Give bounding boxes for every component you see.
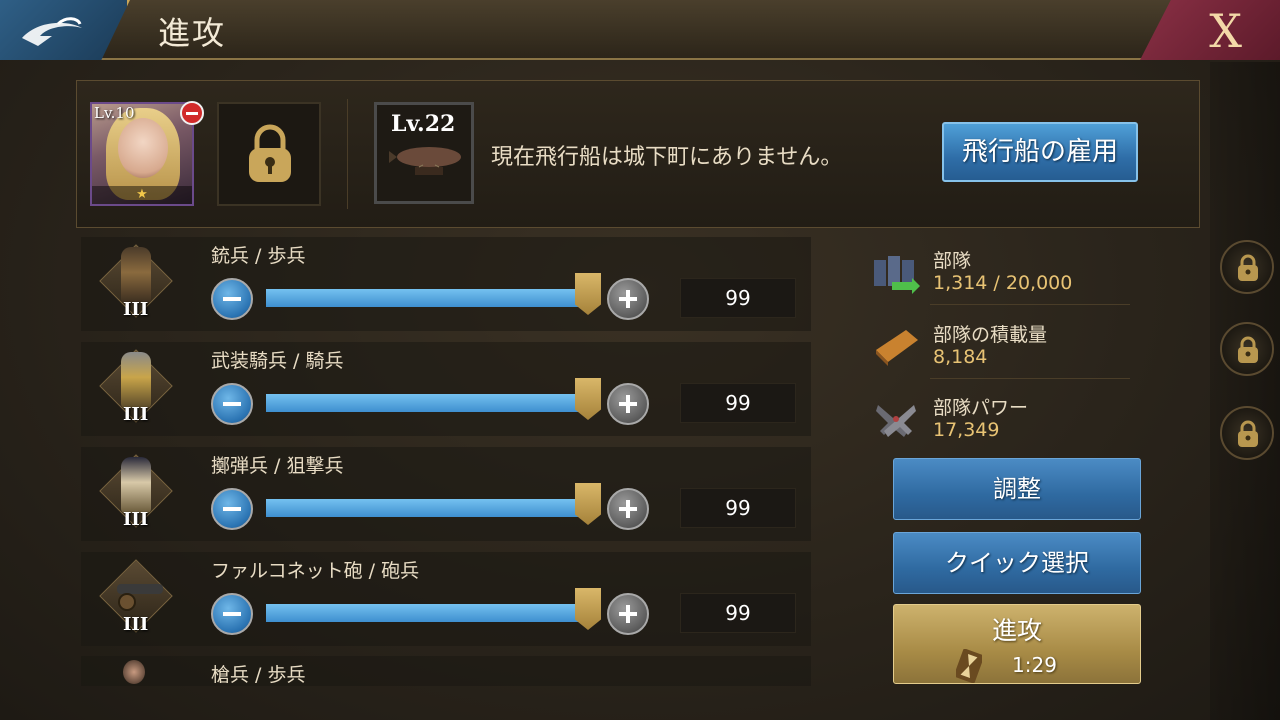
unit-tier: III [123,509,149,530]
quantity-input[interactable]: 99 [680,278,796,318]
hire-airship-button[interactable]: 飛行船の雇用 [942,122,1138,182]
slider-fill [266,394,588,412]
hero-level: Lv.10 [94,104,135,122]
page-title: 進攻 [158,14,227,52]
attack-label: 進攻 [991,616,1042,645]
formation-panel: Lv.10 ★ Lv.22 現在飛行船は城下町にありません。 飛行船の雇用 [76,80,1200,228]
power-label: 部隊パワー [933,397,1029,419]
stat-divider [930,378,1130,379]
airship-level: Lv.22 [391,111,456,137]
unit-name: 擲弾兵 / 狙撃兵 [211,455,344,477]
padlock-icon [1238,254,1258,281]
cavalry-unit-icon: III [99,349,173,430]
padlock-icon [1238,420,1258,447]
top-bar: 進攻 X [0,0,1280,60]
cannon-unit-icon: III [99,559,173,640]
increase-button[interactable] [607,488,649,530]
locked-slot-2[interactable] [1220,322,1274,376]
panel-divider [347,99,348,209]
right-side-panel [1210,62,1280,720]
unit-row: III 武装騎兵 / 騎兵 99 [81,342,811,436]
decrease-button[interactable] [211,488,253,530]
quantity-input[interactable]: 99 [680,383,796,423]
slider-fill [266,499,588,517]
musketeer-unit-icon: III [99,244,173,325]
locked-hero-slot[interactable] [217,102,321,206]
hourglass-icon [956,649,982,683]
quick-select-button[interactable]: クイック選択 [893,532,1141,594]
airship-slot[interactable]: Lv.22 [374,102,474,204]
decrease-button[interactable] [211,383,253,425]
attack-button[interactable]: 進攻 1:29 [893,604,1141,684]
increase-button[interactable] [607,593,649,635]
unit-row: III 擲弾兵 / 狙撃兵 99 [81,447,811,541]
troops-icon [874,256,920,294]
padlock-icon [1238,336,1258,363]
hero-face [118,118,168,178]
slider-handle[interactable] [575,378,601,420]
adjust-button[interactable]: 調整 [893,458,1141,520]
close-icon: X [1209,4,1242,58]
cannon-icon [117,584,163,611]
slider-fill [266,289,588,307]
unit-name: 武装騎兵 / 騎兵 [211,350,344,372]
quantity-slider[interactable] [266,289,588,307]
slider-handle[interactable] [575,273,601,315]
close-button[interactable]: X [1140,0,1280,60]
decrease-button[interactable] [211,278,253,320]
troops-value: 1,314 / 20,000 [933,272,1073,294]
slider-fill [266,604,588,622]
airship-status-text: 現在飛行船は城下町にありません。 [491,145,843,170]
back-button[interactable] [0,0,130,60]
unit-tier: III [123,614,149,635]
increase-button[interactable] [607,278,649,320]
unit-row: 槍兵 / 歩兵 [81,656,811,686]
hero-slot[interactable]: Lv.10 ★ [90,102,194,206]
unit-tier: III [123,299,149,320]
quantity-input[interactable]: 99 [680,593,796,633]
quantity-slider[interactable] [266,604,588,622]
hero-star-icon: ★ [92,186,192,204]
quantity-slider[interactable] [266,394,588,412]
march-time: 1:29 [1012,653,1057,677]
slider-handle[interactable] [575,483,601,525]
back-arrow-icon [22,17,82,46]
quantity-slider[interactable] [266,499,588,517]
locked-slot-3[interactable] [1220,406,1274,460]
unit-name: ファルコネット砲 / 砲兵 [211,560,420,582]
grenadier-unit-icon: III [99,454,173,535]
padlock-icon [249,124,291,182]
unit-row: III ファルコネット砲 / 砲兵 99 [81,552,811,646]
remove-hero-button[interactable] [180,101,204,125]
crossed-pistols-icon [876,405,916,437]
decrease-button[interactable] [211,593,253,635]
pikeman-unit-icon [101,660,169,720]
troops-label: 部隊 [933,250,972,272]
wood-plank-icon [876,330,918,366]
stat-divider [930,304,1130,305]
increase-button[interactable] [607,383,649,425]
slider-handle[interactable] [575,588,601,630]
airship-icon [389,147,461,175]
unit-name: 銃兵 / 歩兵 [211,245,306,267]
unit-tier: III [123,404,149,425]
quantity-input[interactable]: 99 [680,488,796,528]
unit-name: 槍兵 / 歩兵 [211,664,306,686]
unit-row: III 銃兵 / 歩兵 99 [81,237,811,331]
load-value: 8,184 [933,346,988,368]
locked-slot-1[interactable] [1220,240,1274,294]
load-label: 部隊の積載量 [933,324,1048,346]
power-value: 17,349 [933,419,1000,441]
